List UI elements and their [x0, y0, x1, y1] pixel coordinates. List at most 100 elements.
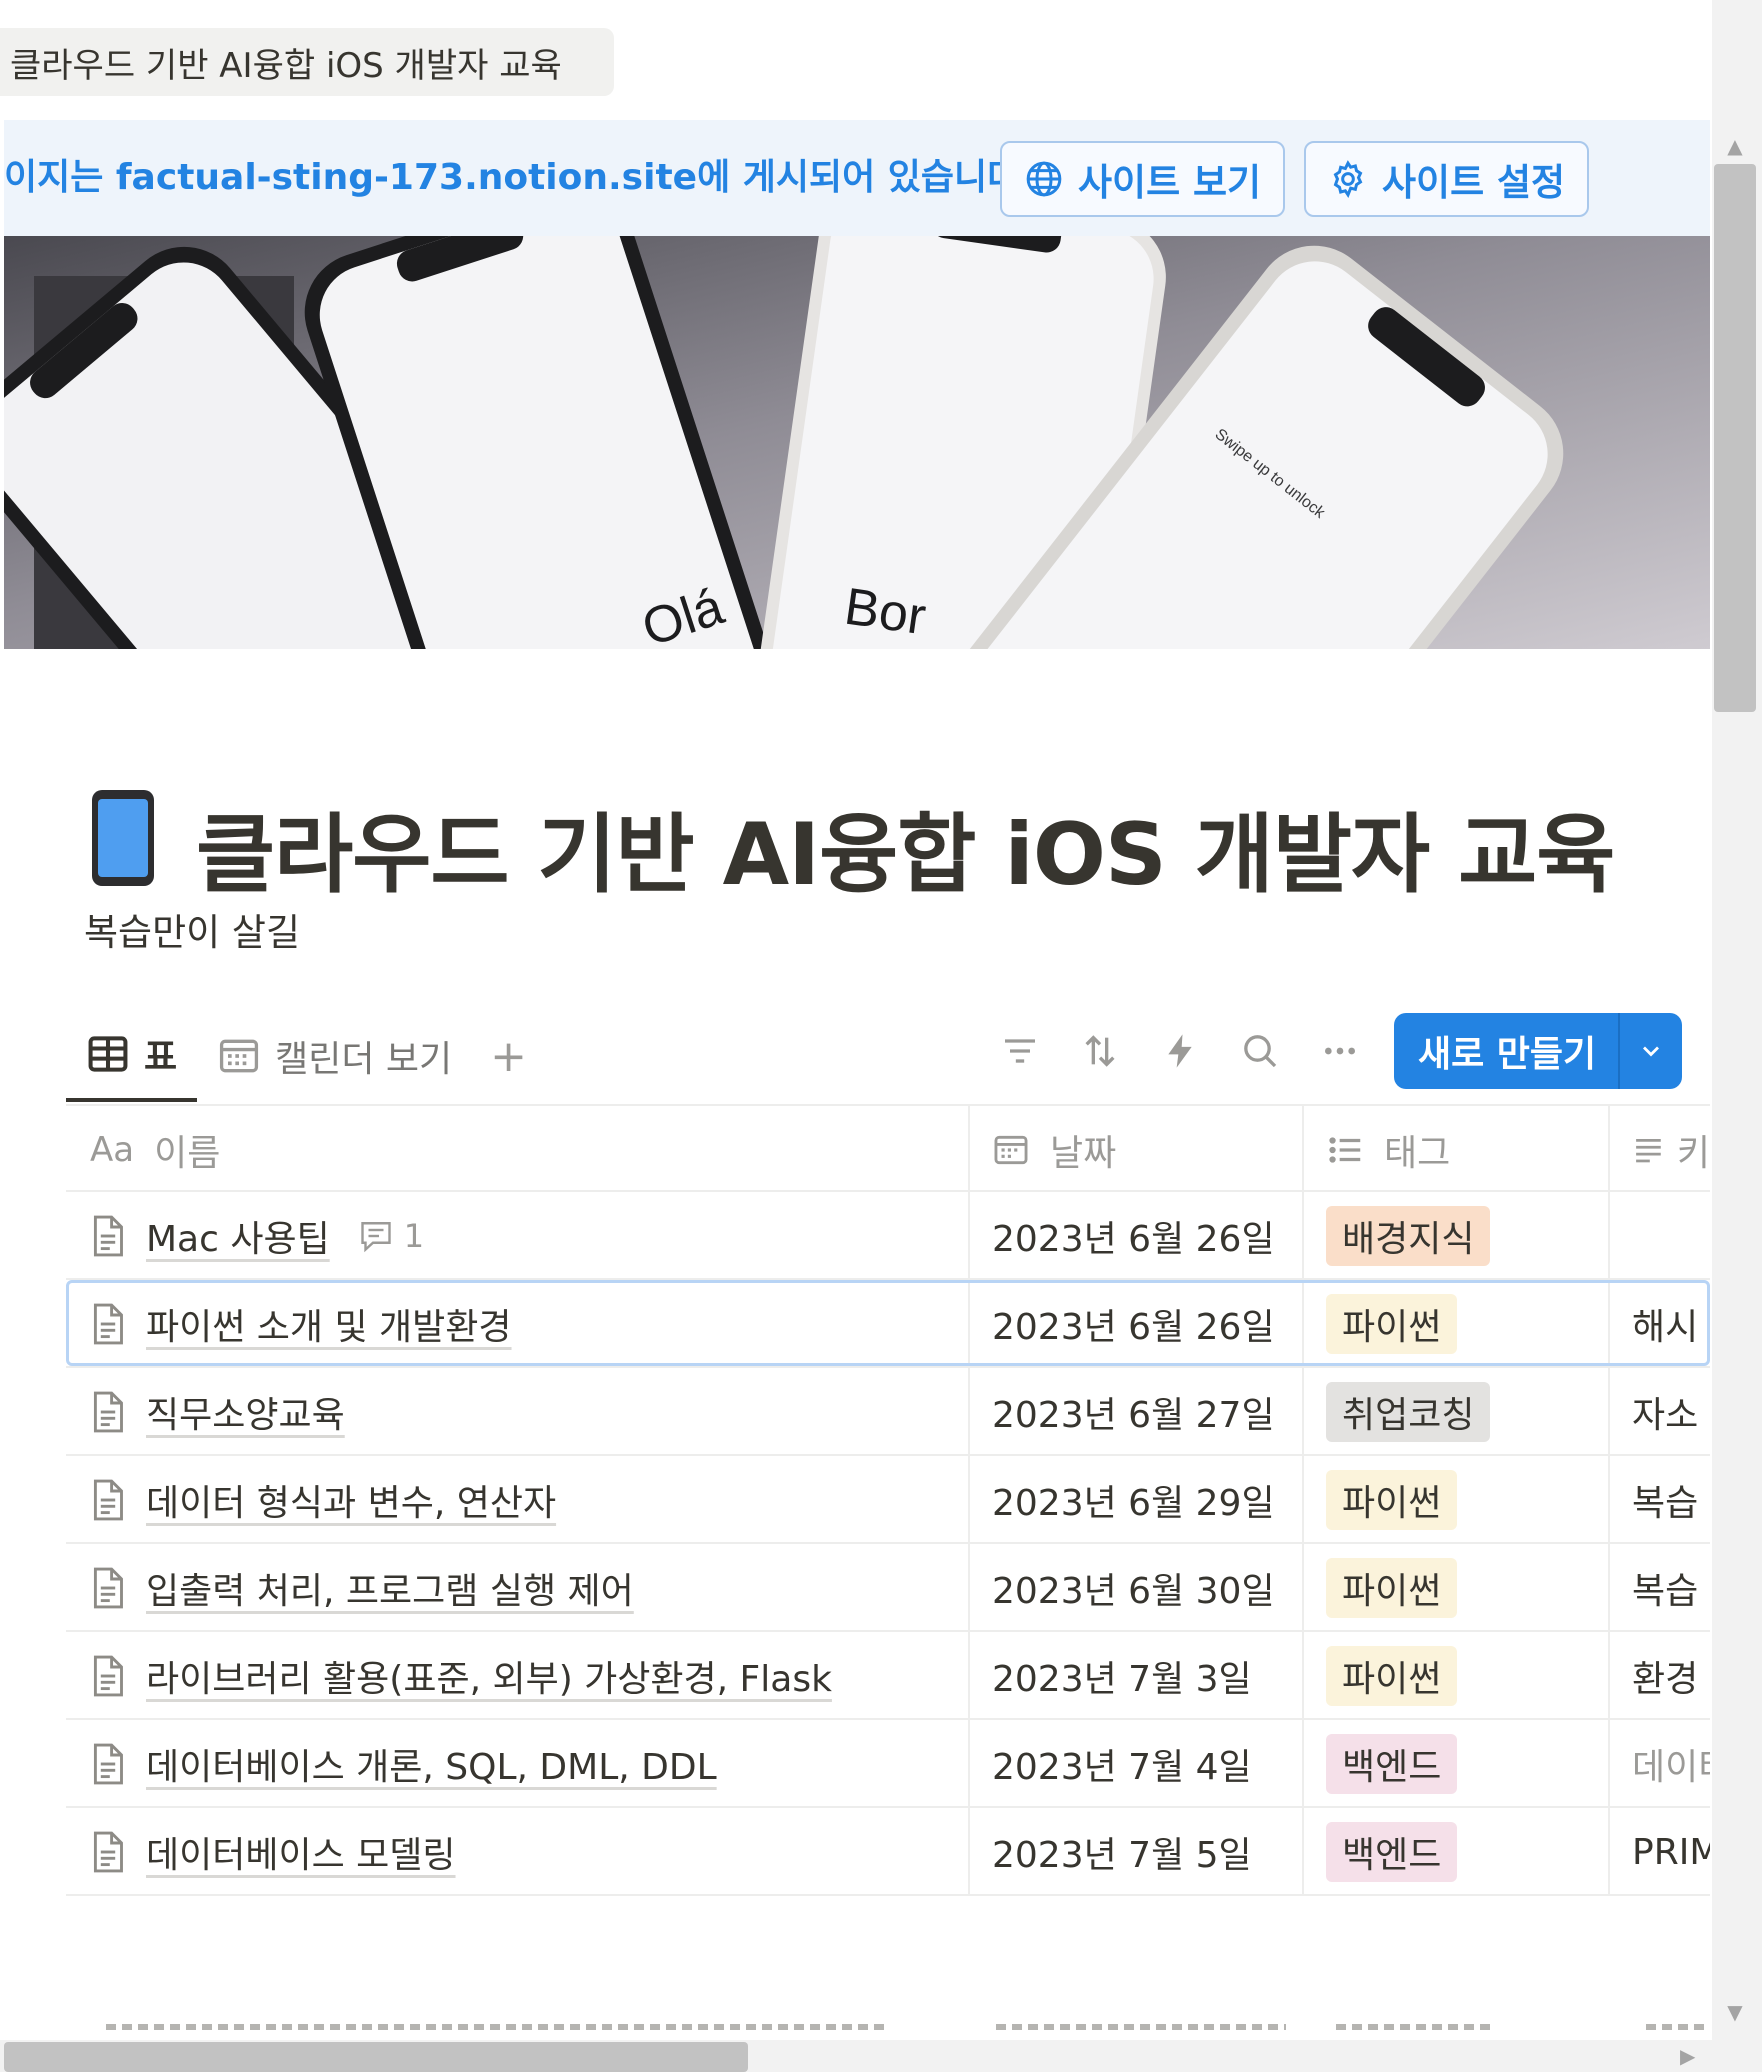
database-toolbar: 새로 만들기	[980, 1012, 1683, 1090]
view-tabs: 표 캘린더 보기 +	[66, 1010, 545, 1102]
date-value: 2023년 6월 29일	[992, 1483, 1275, 1524]
cell-tag[interactable]: 백엔드	[1304, 1720, 1610, 1808]
scroll-right-arrow-icon[interactable]: ▶	[1680, 2044, 1695, 2068]
date-value: 2023년 6월 27일	[992, 1395, 1275, 1436]
mobile-phone-icon[interactable]	[92, 790, 154, 886]
column-header-key-label: 키	[1676, 1133, 1710, 1174]
cell-name[interactable]: 데이터베이스 모델링	[66, 1808, 970, 1896]
row-title[interactable]: 입출력 처리, 프로그램 실행 제어	[146, 1562, 634, 1614]
table-row[interactable]: 데이터베이스 모델링 2023년 7월 5일 백엔드 PRIM	[66, 1808, 1710, 1896]
cover-image[interactable]: Olá Bor Swipe up to unlock	[4, 236, 1710, 649]
cell-key[interactable]: 복습	[1610, 1456, 1710, 1544]
cell-name[interactable]: 라이브러리 활용(표준, 외부) 가상환경, Flask	[66, 1632, 970, 1720]
text-lines-icon	[1636, 1139, 1661, 1163]
cell-tag[interactable]: 파이썬	[1304, 1280, 1610, 1368]
key-value: 데이터	[1632, 1747, 1710, 1788]
cell-date[interactable]: 2023년 7월 5일	[970, 1808, 1304, 1896]
tab-table-view[interactable]: 표	[66, 1010, 198, 1102]
page-document-icon	[93, 1743, 123, 1785]
tab-calendar-view[interactable]: 캘린더 보기	[197, 1010, 472, 1102]
cell-name[interactable]: Mac 사용팁 1	[66, 1192, 970, 1280]
date-value: 2023년 7월 4일	[992, 1747, 1252, 1788]
cell-tag[interactable]: 백엔드	[1304, 1808, 1610, 1896]
cell-tag[interactable]: 파이썬	[1304, 1544, 1610, 1632]
key-value: 환경	[1632, 1659, 1699, 1700]
tag-badge: 파이썬	[1326, 1558, 1458, 1618]
filter-button[interactable]	[980, 1012, 1060, 1090]
horizontal-scroll-thumb[interactable]	[4, 2042, 748, 2072]
cell-date[interactable]: 2023년 7월 3일	[970, 1632, 1304, 1720]
row-title[interactable]: 파이썬 소개 및 개발환경	[146, 1298, 512, 1350]
automation-button[interactable]	[1140, 1012, 1220, 1090]
comment-count[interactable]: 1	[358, 1217, 424, 1255]
scroll-up-arrow-icon[interactable]: ▲	[1722, 134, 1748, 158]
automation-icon	[1168, 1034, 1192, 1068]
cell-date[interactable]: 2023년 6월 26일	[970, 1192, 1304, 1280]
cell-name[interactable]: 데이터 형식과 변수, 연산자	[66, 1456, 970, 1544]
cell-name[interactable]: 직무소양교육	[66, 1368, 970, 1456]
cell-date[interactable]: 2023년 6월 27일	[970, 1368, 1304, 1456]
column-header-tag[interactable]: 태그	[1304, 1106, 1610, 1194]
site-settings-button[interactable]: 사이트 설정	[1304, 141, 1590, 217]
page-title[interactable]: 클라우드 기반 AI융합 iOS 개발자 교육	[196, 784, 1615, 909]
row-title[interactable]: Mac 사용팁	[146, 1210, 330, 1262]
database-table: Aa 이름 날짜 태그 키 Mac 사용팁 1 2023년 6월 26일 배경지식파이…	[66, 1104, 1710, 1896]
cover-text-bom: Bor	[841, 578, 929, 647]
cell-key[interactable]: 복습	[1610, 1544, 1710, 1632]
calendar-icon	[220, 1039, 259, 1073]
new-button-dropdown[interactable]	[1620, 1037, 1682, 1065]
table-row[interactable]: 데이터 형식과 변수, 연산자 2023년 6월 29일 파이썬 복습	[66, 1456, 1710, 1544]
cell-key[interactable]: 해시	[1610, 1280, 1710, 1368]
publish-message: 이지는 factual-sting-173.notion.site에 게시되어 …	[4, 157, 1034, 198]
table-row[interactable]: Mac 사용팁 1 2023년 6월 26일 배경지식	[66, 1192, 1710, 1280]
cell-tag[interactable]: 배경지식	[1304, 1192, 1610, 1280]
date-value: 2023년 6월 30일	[992, 1571, 1275, 1612]
tab-calendar-label: 캘린더 보기	[275, 1039, 453, 1080]
vertical-scroll-thumb[interactable]	[1714, 164, 1756, 712]
cell-key[interactable]: 자소	[1610, 1368, 1710, 1456]
site-settings-label: 사이트 설정	[1382, 161, 1566, 204]
table-row[interactable]: 라이브러리 활용(표준, 외부) 가상환경, Flask 2023년 7월 3일 파…	[66, 1632, 1710, 1720]
table-row[interactable]: 입출력 처리, 프로그램 실행 제어 2023년 6월 30일 파이썬 복습	[66, 1544, 1710, 1632]
cell-key[interactable]	[1610, 1192, 1710, 1280]
table-row[interactable]: 파이썬 소개 및 개발환경 2023년 6월 26일 파이썬 해시	[66, 1280, 1710, 1368]
cell-name[interactable]: 파이썬 소개 및 개발환경	[66, 1280, 970, 1368]
new-button[interactable]: 새로 만들기	[1394, 1013, 1683, 1089]
cell-tag[interactable]: 파이썬	[1304, 1632, 1610, 1720]
column-header-date[interactable]: 날짜	[970, 1106, 1304, 1194]
cell-date[interactable]: 2023년 6월 26일	[970, 1280, 1304, 1368]
add-view-button[interactable]: +	[472, 1031, 545, 1082]
column-header-name[interactable]: Aa 이름	[66, 1106, 970, 1194]
page-description[interactable]: 복습만이 살길	[84, 902, 300, 956]
tag-badge: 배경지식	[1326, 1206, 1491, 1266]
cell-tag[interactable]: 취업코칭	[1304, 1368, 1610, 1456]
date-property-icon	[994, 1135, 1028, 1165]
browser-tab-title[interactable]: 클라우드 기반 AI융합 iOS 개발자 교육	[0, 28, 614, 96]
table-row[interactable]: 데이터베이스 개론, SQL, DML, DDL 2023년 7월 4일 백엔드 데이…	[66, 1720, 1710, 1808]
cell-key[interactable]: PRIM	[1610, 1808, 1710, 1896]
globe-icon	[1026, 161, 1062, 197]
row-title[interactable]: 데이터베이스 모델링	[146, 1826, 456, 1878]
cell-date[interactable]: 2023년 6월 30일	[970, 1544, 1304, 1632]
more-options-button[interactable]	[1300, 1012, 1380, 1090]
search-button[interactable]	[1220, 1012, 1300, 1090]
cell-name[interactable]: 데이터베이스 개론, SQL, DML, DDL	[66, 1720, 970, 1808]
table-row[interactable]: 직무소양교육 2023년 6월 27일 취업코칭 자소	[66, 1368, 1710, 1456]
cell-key[interactable]: 데이터	[1610, 1720, 1710, 1808]
column-header-key[interactable]: 키	[1610, 1106, 1710, 1194]
sort-button[interactable]	[1060, 1012, 1140, 1090]
scroll-down-arrow-icon[interactable]: ▼	[1722, 2000, 1748, 2024]
new-button-label[interactable]: 새로 만들기	[1394, 1013, 1621, 1089]
cell-tag[interactable]: 파이썬	[1304, 1456, 1610, 1544]
row-title[interactable]: 라이브러리 활용(표준, 외부) 가상환경, Flask	[146, 1650, 832, 1702]
row-title[interactable]: 데이터 형식과 변수, 연산자	[146, 1474, 556, 1526]
cell-name[interactable]: 입출력 처리, 프로그램 실행 제어	[66, 1544, 970, 1632]
cell-date[interactable]: 2023년 7월 4일	[970, 1720, 1304, 1808]
view-site-button[interactable]: 사이트 보기	[1000, 141, 1286, 217]
tag-badge: 파이썬	[1326, 1470, 1458, 1530]
row-title[interactable]: 직무소양교육	[146, 1386, 345, 1438]
cell-key[interactable]: 환경	[1610, 1632, 1710, 1720]
comment-icon	[361, 1222, 391, 1253]
cell-date[interactable]: 2023년 6월 29일	[970, 1456, 1304, 1544]
row-title[interactable]: 데이터베이스 개론, SQL, DML, DDL	[146, 1738, 717, 1790]
